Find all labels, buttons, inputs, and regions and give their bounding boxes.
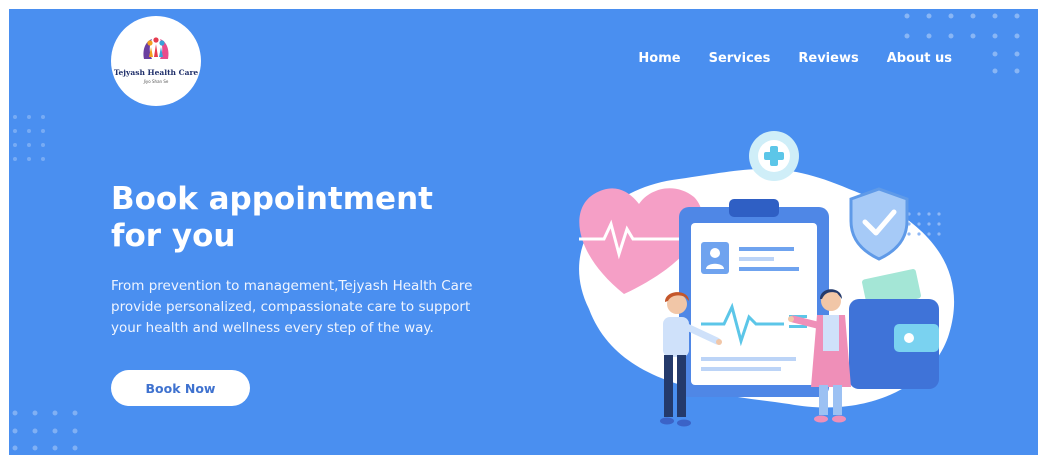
hero-title-line-1: Book appointment [111, 181, 433, 217]
brand-tagline: Jiyo Shan Se [143, 79, 169, 84]
profile-card-icon [701, 242, 729, 274]
dot-pattern-bottom-left [12, 410, 78, 451]
doctor-consultation-illustration [579, 131, 955, 427]
brand-logo[interactable]: Tejyash Health Care Jiyo Shan Se [111, 16, 201, 106]
nav-home[interactable]: Home [638, 51, 680, 66]
medical-clipboard [679, 199, 829, 397]
nav-about-us[interactable]: About us [887, 51, 952, 66]
dot-pattern-left [13, 115, 45, 161]
dot-pattern-top-right [904, 13, 1020, 74]
main-nav: Home Services Reviews About us [638, 51, 952, 66]
hero-description: From prevention to management,Tejyash He… [111, 278, 473, 336]
hero-section: Tejyash Health Care Jiyo Shan Se Home Se… [9, 9, 1038, 455]
brand-name: Tejyash Health Care [113, 68, 199, 77]
hero-title-line-2: for you [111, 218, 236, 254]
book-now-button[interactable]: Book Now [111, 370, 250, 406]
people-logo-icon [143, 37, 169, 59]
medical-cross-icon [749, 131, 799, 181]
hero-title: Book appointment for you [111, 181, 491, 255]
nav-reviews[interactable]: Reviews [798, 51, 858, 66]
nav-services[interactable]: Services [709, 51, 771, 66]
